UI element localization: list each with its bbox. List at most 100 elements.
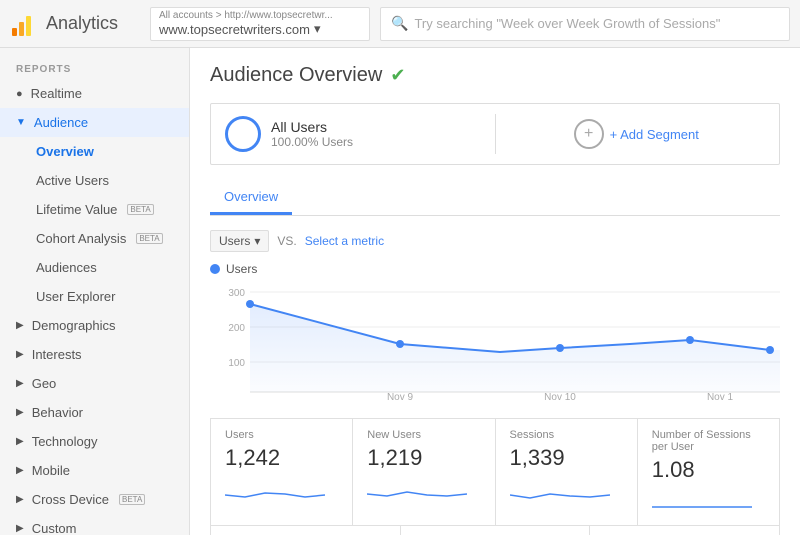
sparkline-svg: [652, 487, 752, 515]
cross-device-arrow-icon: ▶: [16, 494, 24, 505]
cohort-beta-badge: BETA: [136, 233, 162, 244]
sparkline-svg: [367, 475, 467, 503]
sidebar-item-geo[interactable]: ▶ Geo: [0, 369, 189, 398]
all-users-segment[interactable]: All Users 100.00% Users: [225, 116, 483, 152]
metric-title: New Users: [367, 429, 480, 441]
sidebar-item-lifetime-value[interactable]: Lifetime Value BETA: [0, 195, 189, 224]
technology-arrow-icon: ▶: [16, 436, 24, 447]
line-chart-svg: 300 200 100 Nov 9 Nov 10 Nov 1: [210, 282, 780, 402]
sidebar-audiences-label: Audiences: [36, 260, 97, 275]
demographics-arrow-icon: ▶: [16, 320, 24, 331]
sidebar-lifetime-label: Lifetime Value: [36, 202, 117, 217]
sidebar-active-users-label: Active Users: [36, 173, 109, 188]
sidebar-cohort-label: Cohort Analysis: [36, 231, 126, 246]
search-icon: 🔍: [391, 15, 408, 32]
users-legend-dot: [210, 264, 220, 274]
svg-text:Nov 10: Nov 10: [544, 392, 576, 402]
sidebar-item-technology[interactable]: ▶ Technology: [0, 427, 189, 456]
segment-name: All Users: [271, 119, 353, 135]
add-segment-label: + Add Segment: [610, 127, 699, 142]
segment-sub: 100.00% Users: [271, 135, 353, 149]
users-dropdown-label: Users: [219, 234, 250, 248]
metric-sparkline: [367, 475, 480, 503]
sidebar-item-label: Audience: [34, 115, 88, 130]
lifetime-beta-badge: BETA: [127, 204, 153, 215]
search-placeholder: Try searching "Week over Week Growth of …: [414, 16, 720, 31]
tab-bar: Overview: [210, 181, 780, 216]
sidebar-item-custom[interactable]: ▶ Custom: [0, 514, 189, 535]
chart-legend: Users: [210, 262, 780, 276]
metric-title: Users: [225, 429, 338, 441]
sidebar-item-demographics[interactable]: ▶ Demographics: [0, 311, 189, 340]
segment-bar: All Users 100.00% Users + + Add Segment: [210, 103, 780, 165]
metric-card: Number of Sessions per User 1.08: [638, 419, 780, 526]
chart-point: [556, 344, 564, 352]
svg-text:100: 100: [228, 358, 245, 369]
metric-sparkline: [225, 475, 338, 503]
sidebar-item-active-users[interactable]: Active Users: [0, 166, 189, 195]
add-segment-button[interactable]: + + Add Segment: [508, 119, 766, 149]
metric-title: Number of Sessions per User: [652, 429, 765, 453]
sidebar-item-realtime[interactable]: ● Realtime: [0, 79, 189, 108]
sidebar-item-user-explorer[interactable]: User Explorer: [0, 282, 189, 311]
custom-arrow-icon: ▶: [16, 523, 24, 534]
geo-arrow-icon: ▶: [16, 378, 24, 389]
sidebar-item-cross-device[interactable]: ▶ Cross Device BETA: [0, 485, 189, 514]
metric-card: Sessions 1,339: [496, 419, 638, 526]
sidebar: REPORTS ● Realtime ▼ Audience Overview A…: [0, 48, 190, 535]
sparkline-svg: [225, 475, 325, 503]
main-layout: REPORTS ● Realtime ▼ Audience Overview A…: [0, 48, 800, 535]
all-users-circle-icon: [225, 116, 261, 152]
sidebar-item-behavior[interactable]: ▶ Behavior: [0, 398, 189, 427]
sidebar-mobile-label: Mobile: [32, 463, 70, 478]
select-metric-link[interactable]: Select a metric: [305, 234, 384, 248]
audience-collapse-icon: ▼: [16, 117, 26, 128]
sidebar-item-overview[interactable]: Overview: [0, 137, 189, 166]
verified-icon: ✔: [390, 65, 405, 86]
behavior-arrow-icon: ▶: [16, 407, 24, 418]
sidebar-item-audience[interactable]: ▼ Audience: [0, 108, 189, 137]
mobile-arrow-icon: ▶: [16, 465, 24, 476]
metric-title: Sessions: [510, 429, 623, 441]
sidebar-item-mobile[interactable]: ▶ Mobile: [0, 456, 189, 485]
metric-sparkline: [652, 487, 765, 515]
sidebar-item-audiences[interactable]: Audiences: [0, 253, 189, 282]
sidebar-section-label: REPORTS: [0, 58, 189, 79]
search-bar[interactable]: 🔍 Try searching "Week over Week Growth o…: [380, 7, 790, 41]
logo-title: Analytics: [46, 13, 118, 34]
chart-point: [686, 336, 694, 344]
svg-text:Nov 9: Nov 9: [387, 392, 414, 402]
interests-arrow-icon: ▶: [16, 349, 24, 360]
header: Analytics All accounts > http://www.tops…: [0, 0, 800, 48]
dropdown-chevron-icon: ▾: [254, 234, 260, 248]
breadcrumb-bar[interactable]: All accounts > http://www.topsecretwr...…: [150, 7, 370, 41]
users-dropdown[interactable]: Users ▾: [210, 230, 269, 252]
metric-sparkline: [510, 475, 623, 503]
page-title-text: Audience Overview: [210, 64, 382, 87]
sidebar-behavior-label: Behavior: [32, 405, 83, 420]
metric-value: 1,219: [367, 445, 480, 471]
chevron-down-icon: ▾: [314, 21, 321, 37]
add-segment-circle-icon: +: [574, 119, 604, 149]
svg-text:Nov 1: Nov 1: [707, 392, 734, 402]
sidebar-user-explorer-label: User Explorer: [36, 289, 115, 304]
breadcrumb-top: All accounts > http://www.topsecretwr...: [159, 10, 361, 21]
logo-area: Analytics: [10, 10, 140, 38]
metric-value: 1,242: [225, 445, 338, 471]
sidebar-demographics-label: Demographics: [32, 318, 116, 333]
segment-text-group: All Users 100.00% Users: [271, 119, 353, 149]
sparkline-svg: [510, 475, 610, 503]
metric-card: Avg. Session Duration 00:00:42: [401, 526, 591, 535]
chart-point: [246, 300, 254, 308]
sidebar-technology-label: Technology: [32, 434, 98, 449]
sidebar-item-cohort-analysis[interactable]: Cohort Analysis BETA: [0, 224, 189, 253]
breadcrumb-site: www.topsecretwriters.com: [159, 22, 310, 37]
vs-label: VS.: [277, 234, 296, 248]
content-area: Audience Overview ✔ All Users 100.00% Us…: [190, 48, 800, 535]
metric-card: New Users 1,219: [353, 419, 495, 526]
sidebar-item-interests[interactable]: ▶ Interests: [0, 340, 189, 369]
sidebar-overview-label: Overview: [36, 144, 94, 159]
tab-overview[interactable]: Overview: [210, 181, 292, 215]
page-title: Audience Overview ✔: [210, 64, 780, 87]
realtime-icon: ●: [16, 88, 23, 100]
